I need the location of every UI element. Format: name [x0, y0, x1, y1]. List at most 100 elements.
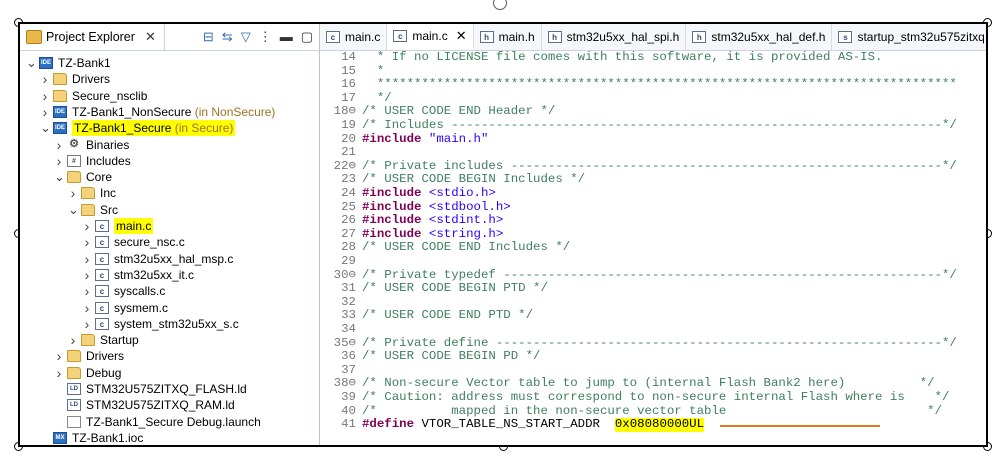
- cfile-icon: c: [95, 220, 109, 232]
- tree-item[interactable]: LD STM32U575ZITXQ_FLASH.ld: [54, 381, 247, 397]
- chevron-right-icon[interactable]: ›: [82, 234, 92, 250]
- code-token: <stdbool.h>: [428, 199, 511, 214]
- ide-icon: IDE: [53, 105, 67, 118]
- tree-item[interactable]: TZ-Bank1_Secure Debug.launch: [54, 414, 261, 430]
- maximize-icon[interactable]: ▢: [301, 29, 313, 45]
- tree-item[interactable]: › c system_stm32u5xx_s.c: [82, 316, 239, 332]
- tree-item[interactable]: › IDE TZ-Bank1_NonSecure (in NonSecure): [40, 104, 276, 120]
- h-file-icon: h: [692, 31, 707, 43]
- tree-item[interactable]: › Debug: [54, 365, 122, 381]
- code-token: /* USER CODE END PTD */: [362, 308, 534, 323]
- tree-item[interactable]: › c secure_nsc.c: [82, 234, 185, 250]
- tree-item[interactable]: MX TZ-Bank1.ioc: [40, 430, 143, 445]
- chevron-right-icon[interactable]: ›: [82, 300, 92, 316]
- chevron-right-icon[interactable]: ›: [82, 218, 92, 234]
- code-line: 34: [320, 322, 362, 337]
- code-editor[interactable]: 14 * If no LICENSE file comes with this …: [320, 50, 986, 445]
- rotate-handle-icon[interactable]: [493, 0, 507, 10]
- chevron-right-icon[interactable]: ›: [40, 71, 50, 87]
- line-number: 21: [341, 145, 356, 160]
- tree-item[interactable]: › Startup: [68, 332, 139, 348]
- editor-tab[interactable]: h stm32u5xx_hal_spi.h: [542, 24, 687, 50]
- chevron-right-icon[interactable]: ›: [54, 153, 64, 169]
- mx-icon: MX: [53, 431, 67, 444]
- code-line: 21: [320, 146, 362, 160]
- tree-item-label: Startup: [100, 333, 139, 348]
- folder-icon: [81, 203, 95, 216]
- chevron-right-icon[interactable]: ›: [54, 348, 64, 364]
- editor-tab-label: stm32u5xx_hal_spi.h: [566, 30, 680, 44]
- code-line: 15 *: [320, 64, 384, 79]
- cfile-icon: c: [95, 268, 109, 281]
- tree-item[interactable]: › c stm32u5xx_it.c: [82, 267, 194, 283]
- tree-item[interactable]: › ⚙ Binaries: [54, 137, 130, 153]
- tree-item-label: main.c: [114, 218, 154, 234]
- tree-item[interactable]: › c syscalls.c: [82, 283, 166, 299]
- link-editor-icon[interactable]: ⇆: [222, 29, 233, 45]
- chevron-right-icon[interactable]: ›: [54, 137, 64, 153]
- tree-item-label: STM32U575ZITXQ_RAM.ld: [86, 398, 235, 413]
- tree-item[interactable]: › c sysmem.c: [82, 300, 168, 316]
- code-line: 25 #include <stdbool.h>: [320, 199, 511, 215]
- chevron-right-icon[interactable]: ›: [82, 283, 92, 299]
- tree-item-label: Secure_nsclib: [72, 88, 148, 103]
- chevron-right-icon[interactable]: ›: [68, 332, 78, 348]
- code-token: <stdio.h>: [428, 186, 496, 200]
- tree-item[interactable]: › Drivers: [54, 348, 124, 364]
- tree-item[interactable]: ⌄ Src: [68, 202, 118, 218]
- chevron-right-icon[interactable]: ›: [82, 267, 92, 283]
- close-icon[interactable]: ✕: [145, 29, 156, 45]
- tree-item[interactable]: › c main.c: [82, 218, 154, 234]
- tree-item[interactable]: › Inc: [68, 185, 116, 201]
- chevron-right-icon[interactable]: ›: [54, 365, 64, 381]
- chevron-right-icon[interactable]: ›: [82, 316, 92, 332]
- chevron-right-icon[interactable]: ›: [40, 88, 50, 104]
- line-number: 31: [341, 281, 356, 296]
- collapse-all-icon[interactable]: ⊟: [203, 29, 214, 45]
- tree-item[interactable]: › c stm32u5xx_hal_msp.c: [82, 251, 234, 267]
- code-line: 23 /* USER CODE BEGIN Includes */: [320, 173, 585, 187]
- tree-item[interactable]: ⌄ IDE TZ-Bank1_Secure (in Secure): [40, 120, 236, 137]
- tree-item[interactable]: LD STM32U575ZITXQ_RAM.ld: [54, 397, 235, 413]
- code-line: 26 #include <stdint.h>: [320, 214, 503, 228]
- code-token: #include: [362, 199, 429, 214]
- code-token: #include: [362, 213, 429, 228]
- code-token: * If no LICENSE file comes with this sof…: [362, 50, 883, 64]
- code-token: #include: [362, 226, 429, 241]
- editor-area: c main.c c main.c ✕ h main.h h stm32u5xx_hal_spi…: [320, 24, 986, 445]
- tree-item-label: Binaries: [86, 137, 130, 152]
- line-number: 28: [341, 240, 356, 255]
- ide-screenshot: Project Explorer ✕ ⊟ ⇆ ▽ ⋮ ▬ ▢ ⌄ IDE TZ-Ba…: [18, 22, 988, 447]
- close-icon[interactable]: ✕: [456, 28, 467, 44]
- chevron-right-icon[interactable]: ›: [68, 185, 78, 201]
- tree-item[interactable]: ⌄ IDE TZ-Bank1: [26, 55, 111, 71]
- code-line: 41 #define VTOR_TABLE_NS_START_ADDR 0x080…: [320, 417, 705, 432]
- tree-item[interactable]: ⌄ Core: [54, 169, 112, 185]
- filter-icon[interactable]: ▽: [241, 29, 251, 45]
- code-token: /* mapped in the non-secure vector table…: [362, 403, 942, 418]
- chevron-down-icon[interactable]: ⌄: [40, 121, 51, 134]
- chevron-right-icon[interactable]: ›: [40, 104, 50, 120]
- tree-item[interactable]: › # Includes: [54, 153, 131, 169]
- chevron-down-icon[interactable]: ⌄: [68, 203, 79, 216]
- code-token: */: [362, 90, 392, 105]
- editor-tab[interactable]: h stm32u5xx_hal_def.h: [686, 24, 833, 50]
- editor-tab[interactable]: c main.c ✕: [387, 24, 474, 50]
- tree-item[interactable]: › Drivers: [40, 71, 110, 87]
- code-token: VTOR_TABLE_NS_START_ADDR: [421, 417, 615, 432]
- folder-icon: [81, 334, 95, 347]
- editor-tab[interactable]: h main.h: [474, 24, 542, 50]
- minimize-icon[interactable]: ▬: [280, 29, 293, 45]
- tree-item[interactable]: › Secure_nsclib: [40, 88, 148, 104]
- project-explorer-tab[interactable]: Project Explorer ✕: [20, 24, 165, 50]
- cfile-icon: c: [95, 285, 109, 298]
- view-menu-icon[interactable]: ⋮: [259, 29, 272, 45]
- tree-item-label: Core: [86, 170, 113, 185]
- chevron-down-icon[interactable]: ⌄: [26, 56, 37, 69]
- editor-tab[interactable]: c main.c: [320, 24, 388, 50]
- chevron-right-icon[interactable]: ›: [82, 251, 92, 267]
- code-line: 39 /* Caution: address must correspond to…: [320, 390, 949, 405]
- chevron-down-icon[interactable]: ⌄: [54, 170, 65, 183]
- tree-item-label: Inc: [100, 186, 117, 201]
- editor-tab[interactable]: s startup_stm32u575zitxq.s: [832, 24, 986, 50]
